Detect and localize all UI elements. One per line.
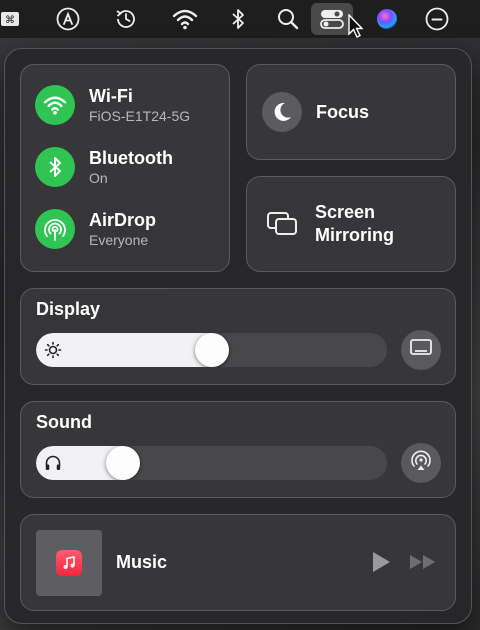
airplay-audio-icon bbox=[409, 449, 433, 478]
bluetooth-toggle[interactable]: Bluetooth On bbox=[35, 147, 173, 187]
svg-text:⌘: ⌘ bbox=[5, 15, 15, 26]
time-machine-icon[interactable] bbox=[108, 0, 144, 38]
display-title: Display bbox=[36, 299, 101, 319]
siri-icon[interactable] bbox=[374, 0, 400, 38]
fast-forward-icon bbox=[409, 555, 437, 574]
sound-title: Sound bbox=[36, 412, 92, 432]
fast-forward-button[interactable] bbox=[409, 554, 437, 575]
music-note-icon bbox=[56, 550, 82, 576]
brightness-slider[interactable] bbox=[36, 333, 387, 367]
app-store-icon[interactable] bbox=[50, 0, 86, 38]
screen-mirroring-label-line2: Mirroring bbox=[315, 225, 394, 245]
focus-label: Focus bbox=[316, 101, 370, 122]
keyboard-input-icon[interactable]: ⌘ bbox=[0, 0, 22, 38]
wifi-icon[interactable] bbox=[35, 85, 75, 125]
airdrop-status: Everyone bbox=[89, 232, 149, 248]
focus-tile[interactable]: Focus bbox=[246, 64, 456, 160]
bluetooth-icon[interactable] bbox=[226, 0, 250, 38]
sound-tile: Sound bbox=[20, 401, 456, 498]
mouse-cursor-icon bbox=[344, 12, 366, 42]
sun-icon bbox=[44, 341, 62, 364]
airdrop-title: AirDrop bbox=[89, 210, 156, 230]
album-artwork[interactable] bbox=[36, 530, 102, 596]
brightness-slider-fill bbox=[36, 333, 212, 367]
wifi-toggle[interactable]: Wi-Fi FiOS-E1T24-5G bbox=[35, 85, 190, 125]
display-icon bbox=[409, 338, 433, 363]
wifi-network-name: FiOS-E1T24-5G bbox=[89, 108, 191, 124]
bluetooth-status: On bbox=[89, 170, 108, 186]
bluetooth-icon[interactable] bbox=[35, 147, 75, 187]
screen-mirroring-label-line1: Screen bbox=[315, 202, 376, 222]
now-playing-tile: Music bbox=[20, 514, 456, 611]
volume-slider-knob[interactable] bbox=[106, 446, 140, 480]
wifi-title: Wi-Fi bbox=[89, 86, 133, 106]
airdrop-icon[interactable] bbox=[35, 209, 75, 249]
control-center-panel: Wi-Fi FiOS-E1T24-5G Bluetooth On AirDrop… bbox=[4, 48, 472, 624]
airplay-audio-button[interactable] bbox=[401, 443, 441, 483]
headphones-icon bbox=[44, 454, 62, 477]
screen-mirroring-icon bbox=[265, 204, 301, 244]
wifi-icon[interactable] bbox=[166, 0, 204, 38]
spotlight-search-icon[interactable] bbox=[274, 0, 302, 38]
screen-mirroring-tile[interactable]: Screen Mirroring bbox=[246, 176, 456, 272]
now-playing-app-name: Music bbox=[116, 552, 168, 572]
display-settings-button[interactable] bbox=[401, 330, 441, 370]
airdrop-toggle[interactable]: AirDrop Everyone bbox=[35, 209, 156, 249]
play-icon bbox=[371, 552, 391, 577]
connectivity-tile: Wi-Fi FiOS-E1T24-5G Bluetooth On AirDrop… bbox=[20, 64, 230, 272]
focus-status-icon[interactable] bbox=[420, 0, 454, 38]
brightness-slider-knob[interactable] bbox=[195, 333, 229, 367]
display-tile: Display bbox=[20, 288, 456, 385]
volume-slider[interactable] bbox=[36, 446, 387, 480]
menu-bar: ⌘ bbox=[0, 0, 480, 38]
play-button[interactable] bbox=[371, 551, 391, 578]
moon-icon bbox=[262, 92, 302, 132]
bluetooth-title: Bluetooth bbox=[89, 148, 173, 168]
